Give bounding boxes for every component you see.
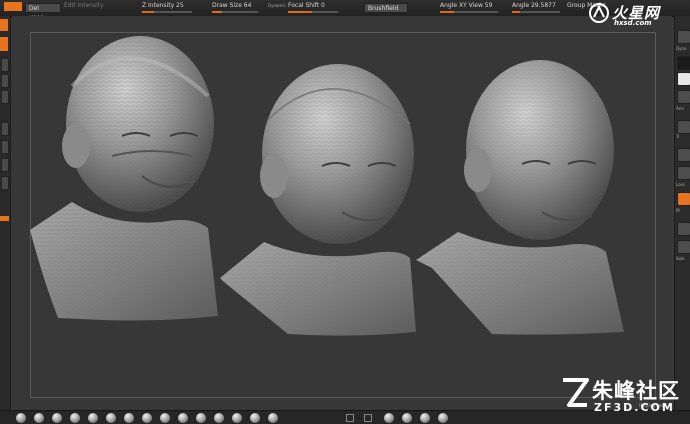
left-tool-button-4[interactable]: [1, 122, 9, 136]
orange-tool-button-2[interactable]: [0, 37, 8, 51]
bust-right[interactable]: [416, 60, 624, 335]
right-label-3: Lass: [676, 182, 685, 187]
focal-shift-slider[interactable]: Focal Shift 0: [288, 2, 338, 13]
zf3d-logo-icon: [563, 378, 589, 407]
right-label-0: Dyna: [676, 46, 687, 51]
brush-slot-15[interactable]: [268, 413, 278, 423]
hxsd-watermark: 火星网 hxsd.com: [588, 2, 688, 28]
bust-center[interactable]: [220, 64, 416, 336]
material-ball[interactable]: [420, 413, 430, 423]
right-shelf: Dyna Ami Tr Lass Pt Solo: [674, 16, 690, 410]
brush-slot-5[interactable]: [88, 413, 98, 423]
right-tool-button-4[interactable]: [677, 120, 690, 134]
right-tool-button-3[interactable]: [677, 90, 690, 104]
right-tool-button-5[interactable]: [677, 148, 690, 162]
brush-slot-3[interactable]: [52, 413, 62, 423]
hxsd-logo-icon: [589, 3, 609, 23]
sculpt-models: [30, 36, 624, 336]
zf3d-watermark: 朱峰社区 ZF3D.COM: [560, 373, 688, 415]
stroke-icon[interactable]: [346, 414, 354, 422]
color-ball[interactable]: [438, 413, 448, 423]
top-toolbar: Del Hidden Edit Intensity Z Intensity 25…: [0, 0, 690, 22]
brush-slot-2[interactable]: [34, 413, 44, 423]
del-hidden-button[interactable]: Del Hidden: [25, 3, 61, 22]
zf3d-url: ZF3D.COM: [594, 401, 675, 414]
brush-slot-14[interactable]: [250, 413, 260, 423]
brush-slot-6[interactable]: [106, 413, 116, 423]
right-tool-button-6[interactable]: [677, 166, 690, 180]
right-tool-button-2[interactable]: [677, 56, 690, 70]
brush-slot-7[interactable]: [124, 413, 134, 423]
right-tool-button-8[interactable]: [677, 240, 690, 254]
move-tool-button[interactable]: [677, 192, 690, 206]
left-tool-button-5[interactable]: [1, 140, 9, 154]
slider-fill: [512, 11, 520, 13]
left-tool-button-2[interactable]: [1, 74, 9, 88]
brush-mode-indicator[interactable]: [4, 2, 22, 13]
left-tool-button-3[interactable]: [1, 90, 9, 104]
brush-slot-10[interactable]: [178, 413, 188, 423]
brush-slot-17[interactable]: [402, 413, 412, 423]
right-tool-button-7[interactable]: [677, 222, 690, 236]
alpha-icon[interactable]: [364, 414, 372, 422]
angle-slider[interactable]: Angle 29.5877: [512, 2, 560, 13]
edit-intensity-label: Edit Intensity: [64, 2, 104, 9]
material-swatch[interactable]: [677, 72, 690, 86]
left-shelf: [0, 16, 11, 410]
draw-mode-button[interactable]: [4, 2, 22, 11]
focal-shift-label: Focal Shift 0: [288, 2, 325, 9]
right-label-5: Solo: [676, 256, 685, 261]
brush-slot-13[interactable]: [232, 413, 242, 423]
brush-slot-9[interactable]: [160, 413, 170, 423]
dynamic-toggle[interactable]: Dynamic: [268, 2, 286, 13]
right-label-4: Pt: [676, 208, 680, 213]
draw-size-label: Draw Size 64: [212, 2, 252, 9]
brush-slot-4[interactable]: [70, 413, 80, 423]
z-intensity-slider[interactable]: Z Intensity 25: [142, 2, 192, 13]
draw-size-slider[interactable]: Draw Size 64: [212, 2, 258, 13]
slider-fill: [142, 11, 154, 13]
brush-slot-1[interactable]: [16, 413, 26, 423]
left-tool-button-7[interactable]: [1, 176, 9, 190]
right-tool-button-1[interactable]: [677, 30, 690, 44]
brush-slot-16[interactable]: [384, 413, 394, 423]
angle-label: Angle 29.5877: [512, 2, 556, 9]
brush-slot-12[interactable]: [214, 413, 224, 423]
bust-left[interactable]: [30, 36, 218, 321]
brush-field[interactable]: Brushfield: [364, 3, 408, 13]
angle-xy-label: Angle XY View 59: [440, 2, 493, 9]
angle-xy-slider[interactable]: Angle XY View 59: [440, 2, 498, 13]
z-intensity-label: Z Intensity 25: [142, 2, 184, 9]
right-label-2: Tr: [676, 134, 680, 139]
orange-tool-button-1[interactable]: [0, 19, 8, 31]
slider-fill: [212, 11, 222, 13]
document-canvas[interactable]: ReplayLast: [12, 16, 672, 410]
left-tool-button-1[interactable]: [1, 58, 9, 72]
left-tool-button-6[interactable]: [1, 158, 9, 172]
slider-fill: [288, 11, 312, 13]
orange-tool-button-3[interactable]: [0, 216, 9, 221]
right-label-1: Ami: [676, 106, 684, 111]
brush-slot-8[interactable]: [142, 413, 152, 423]
hxsd-url: hxsd.com: [614, 19, 652, 27]
brush-slot-11[interactable]: [196, 413, 206, 423]
slider-fill: [440, 11, 454, 13]
